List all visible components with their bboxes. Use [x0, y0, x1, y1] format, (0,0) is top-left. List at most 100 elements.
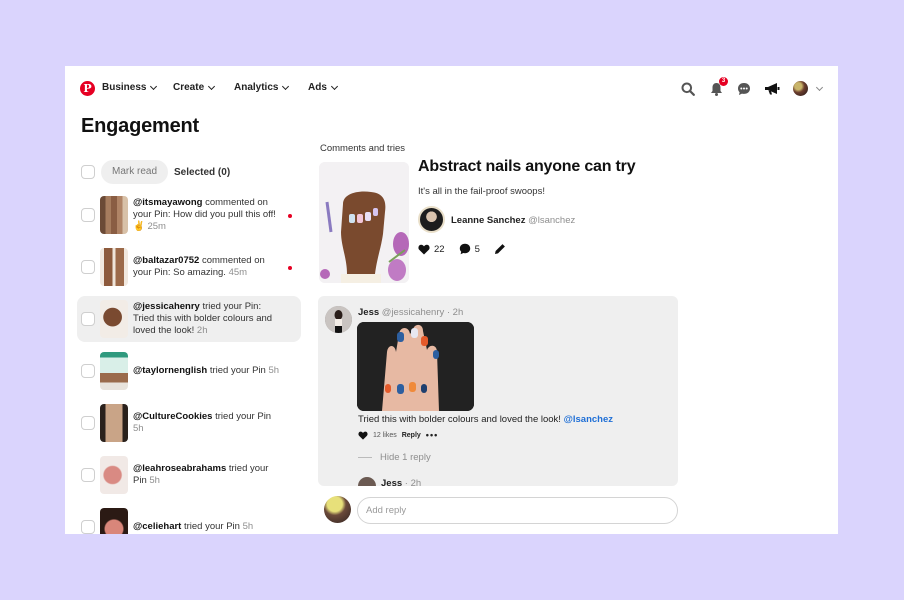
item-checkbox[interactable]: [81, 364, 95, 378]
nav-analytics-label: Analytics: [234, 82, 279, 93]
pin-title: Abstract nails anyone can try: [418, 158, 636, 175]
pin-stats: 22 5: [418, 243, 506, 255]
notifications-button[interactable]: 3: [708, 77, 728, 97]
more-options-icon[interactable]: •••: [426, 430, 438, 440]
search-icon: [681, 82, 695, 96]
current-user-avatar: [324, 496, 351, 523]
pin-thumbnail: [100, 300, 128, 338]
unread-dot: [288, 266, 292, 270]
chevron-down-icon: [208, 82, 216, 90]
reply-button[interactable]: Reply: [402, 432, 421, 439]
nav-ads[interactable]: Ads: [308, 82, 338, 93]
comment-header: Jess @jessicahenry · 2h: [358, 307, 463, 318]
announcements-button[interactable]: [764, 81, 780, 97]
divider-line: [358, 457, 372, 458]
comment-thread: Jess @jessicahenry · 2h Tried this with …: [318, 296, 678, 486]
item-checkbox[interactable]: [81, 520, 95, 534]
pin-thumbnail: [100, 352, 128, 390]
list-item[interactable]: @taylornenglish tried your Pin 5h: [77, 348, 301, 394]
item-text: @jessicahenry tried your Pin: Tried this…: [133, 301, 283, 337]
commenter-avatar[interactable]: [325, 306, 352, 333]
reply-time: · 2h: [402, 478, 422, 486]
item-time: 45m: [228, 267, 248, 278]
add-reply-input[interactable]: [357, 497, 678, 524]
list-item[interactable]: @itsmayawong commented on your Pin: How …: [77, 192, 301, 238]
pin-thumbnail: [100, 508, 128, 534]
item-user[interactable]: @baltazar0752: [133, 255, 199, 266]
reply-author-name[interactable]: Jess: [381, 478, 402, 486]
item-user[interactable]: @leahroseabrahams: [133, 463, 226, 474]
megaphone-icon: [765, 83, 780, 95]
author-handle: @lsanchez: [528, 215, 576, 226]
reply-author-avatar[interactable]: [358, 477, 376, 486]
comment-text: Tried this with bolder colours and loved…: [358, 414, 613, 425]
hide-replies-label: Hide 1 reply: [380, 452, 431, 463]
pin-thumbnail: [100, 196, 128, 234]
nav-business-label: Business: [102, 82, 147, 93]
notification-badge: 3: [719, 77, 728, 86]
item-time: 5h: [268, 365, 280, 376]
section-label: Comments and tries: [320, 143, 406, 154]
chevron-down-icon: [330, 82, 338, 90]
list-item[interactable]: @baltazar0752 commented on your Pin: So …: [77, 244, 301, 290]
hide-replies-button[interactable]: Hide 1 reply: [358, 452, 431, 463]
pin-thumbnail: [100, 404, 128, 442]
commenter-handle: @jessicahenry · 2h: [381, 307, 464, 318]
item-time: 5h: [242, 521, 254, 532]
pinterest-logo-icon[interactable]: P: [80, 81, 95, 96]
item-checkbox[interactable]: [81, 208, 95, 222]
list-item[interactable]: @leahroseabrahams tried your Pin 5h: [77, 452, 301, 498]
item-user[interactable]: @itsmayawong: [133, 197, 202, 208]
item-checkbox[interactable]: [81, 416, 95, 430]
pin-image[interactable]: [319, 162, 409, 283]
messages-button[interactable]: [736, 81, 752, 97]
item-text: @leahroseabrahams tried your Pin 5h: [133, 463, 283, 487]
item-checkbox[interactable]: [81, 468, 95, 482]
nav-ads-label: Ads: [308, 82, 327, 93]
pin-thumbnail: [100, 456, 128, 494]
nav-create[interactable]: Create: [173, 82, 216, 93]
search-button[interactable]: [680, 81, 696, 97]
author-avatar[interactable]: [418, 206, 445, 233]
account-avatar[interactable]: [793, 81, 808, 96]
comment-icon[interactable]: [459, 243, 471, 255]
select-all-checkbox[interactable]: [81, 165, 95, 179]
item-text: @baltazar0752 commented on your Pin: So …: [133, 255, 283, 279]
comment-mention-link[interactable]: @lsanchez: [564, 414, 613, 425]
chevron-down-icon: [150, 82, 158, 90]
message-bubble-icon: [738, 83, 750, 95]
nav-business[interactable]: Business: [102, 82, 158, 93]
pin-description: It's all in the fail-proof swoops!: [418, 186, 545, 197]
account-chevron-down-icon[interactable]: [815, 83, 824, 92]
list-item-selected[interactable]: @jessicahenry tried your Pin: Tried this…: [77, 296, 301, 342]
item-user[interactable]: @jessicahenry: [133, 301, 200, 312]
item-user[interactable]: @CultureCookies: [133, 411, 212, 422]
page-title: Engagement: [81, 115, 200, 137]
nav-create-label: Create: [173, 82, 205, 93]
reply-header: Jess · 2h: [381, 478, 421, 486]
author-name[interactable]: Leanne Sanchez @lsanchez: [451, 215, 575, 226]
selected-count: Selected (0): [174, 166, 231, 178]
likes-count: 22: [434, 243, 445, 255]
item-time: 25m: [147, 221, 166, 232]
item-time: 5h: [133, 423, 144, 434]
item-user[interactable]: @taylornenglish: [133, 365, 207, 376]
comment-image[interactable]: [357, 322, 474, 411]
item-checkbox[interactable]: [81, 260, 95, 274]
mark-read-button[interactable]: Mark read: [101, 160, 169, 184]
heart-icon[interactable]: [418, 244, 430, 255]
nav-analytics[interactable]: Analytics: [234, 82, 290, 93]
item-time: 2h: [196, 325, 208, 336]
commenter-name[interactable]: Jess: [358, 307, 379, 318]
item-time: 5h: [149, 475, 160, 486]
item-user[interactable]: @celiehart: [133, 521, 181, 532]
item-text: @celiehart tried your Pin 5h: [133, 521, 283, 533]
edit-pencil-icon[interactable]: [494, 243, 506, 255]
item-checkbox[interactable]: [81, 312, 95, 326]
pin-thumbnail: [100, 248, 128, 286]
heart-icon[interactable]: [358, 431, 368, 440]
chevron-down-icon: [282, 82, 290, 90]
list-item[interactable]: @CultureCookies tried your Pin 5h: [77, 400, 301, 446]
list-item[interactable]: @celiehart tried your Pin 5h: [77, 504, 301, 534]
item-text: @taylornenglish tried your Pin 5h: [133, 365, 283, 377]
